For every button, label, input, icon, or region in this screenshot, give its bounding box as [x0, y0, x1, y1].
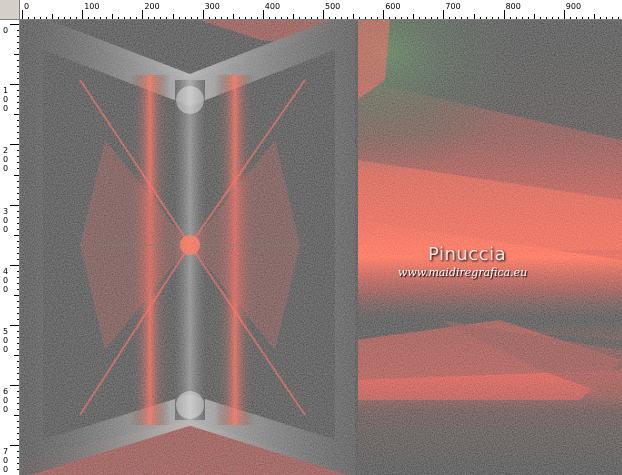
ruler-label: 800 — [505, 2, 521, 11]
ruler-label: 600 — [385, 2, 401, 11]
ruler-tick — [82, 10, 84, 19]
watermark-url: www.maidiregrafica.eu — [398, 266, 528, 279]
ruler-label: 0 — [2, 26, 9, 35]
ruler-label: 0 — [24, 2, 30, 11]
ruler-label: 400 — [2, 266, 9, 294]
ruler-tick — [262, 10, 264, 19]
ruler-label: 200 — [2, 146, 9, 174]
ruler-label: 400 — [264, 2, 281, 11]
ruler-label: 500 — [325, 2, 341, 11]
ruler-tick — [10, 264, 19, 266]
ruler-tick — [10, 204, 19, 206]
ruler-label: 900 — [565, 2, 582, 11]
artwork-image — [20, 20, 622, 475]
vertical-ruler[interactable]: 0 100 200 300 400 500 600 700 — [0, 20, 20, 475]
ruler-label: 100 — [2, 86, 9, 114]
ruler-tick — [10, 144, 19, 146]
ruler-tick — [22, 10, 23, 19]
ruler-tick — [383, 10, 385, 19]
ruler-tick — [10, 24, 19, 25]
ruler-label: 500 — [2, 327, 9, 354]
ruler-label: 200 — [144, 2, 160, 11]
ruler-tick — [563, 10, 565, 19]
ruler-tick — [10, 84, 19, 86]
ruler-tick — [323, 10, 324, 19]
ruler-label: 300 — [2, 206, 9, 234]
horizontal-ruler[interactable]: 0 100 200 300 400 500 600 700 800 900 — [0, 0, 622, 20]
image-canvas[interactable]: Pinuccia www.maidiregrafica.eu — [20, 20, 622, 475]
ruler-label: 300 — [204, 2, 220, 11]
ruler-tick — [10, 325, 19, 326]
ruler-label: 100 — [84, 2, 100, 11]
ruler-label: 700 — [2, 447, 9, 475]
ruler-tick — [443, 10, 445, 19]
watermark-title: Pinuccia — [428, 244, 507, 265]
ruler-tick — [10, 445, 19, 447]
ruler-label: 600 — [2, 387, 9, 415]
ruler-tick — [202, 10, 204, 19]
ruler-tick — [503, 10, 505, 19]
ruler-tick — [10, 385, 19, 387]
ruler-tick — [142, 10, 144, 19]
ruler-corner — [0, 0, 20, 20]
ruler-label: 700 — [445, 2, 461, 11]
